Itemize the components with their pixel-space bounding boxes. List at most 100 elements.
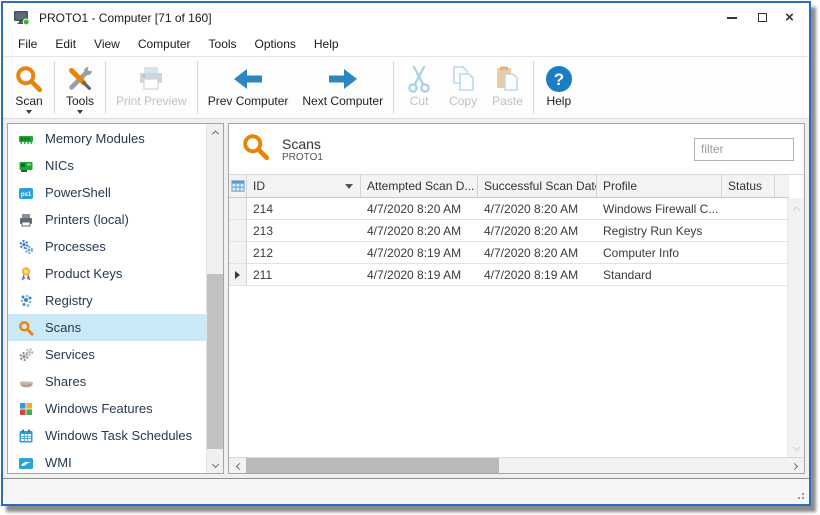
table-row[interactable]: 212 4/7/2020 8:19 AM 4/7/2020 8:20 AM Co…	[229, 242, 789, 264]
menu-file[interactable]: File	[9, 33, 46, 55]
arrow-right-icon	[327, 62, 359, 95]
sidebar-scrollbar[interactable]	[206, 124, 223, 473]
print-preview-button: Print Preview	[109, 59, 194, 116]
sidebar-item-windows-features[interactable]: Windows Features	[8, 395, 206, 422]
table-row[interactable]: 213 4/7/2020 8:20 AM 4/7/2020 8:20 AM Re…	[229, 220, 789, 242]
column-header-attempted-scan-date[interactable]: Attempted Scan D...	[361, 175, 478, 197]
printer-icon	[18, 212, 34, 228]
help-button[interactable]: ? Help	[537, 59, 581, 116]
row-selector	[229, 242, 247, 263]
column-header-id[interactable]: ID	[247, 175, 361, 197]
close-button[interactable]: ×	[778, 3, 809, 32]
row-selector	[229, 198, 247, 219]
column-header-label: Status	[728, 179, 762, 193]
paste-button: Paste	[485, 59, 530, 116]
sidebar-item-services[interactable]: Services	[8, 341, 206, 368]
svg-text:ps1: ps1	[21, 192, 32, 198]
cell-attempted-scan-date: 4/7/2020 8:19 AM	[361, 264, 478, 285]
sidebar-item-powershell[interactable]: ps1 PowerShell	[8, 179, 206, 206]
toolbar-separator	[533, 61, 534, 114]
next-computer-label: Next Computer	[302, 95, 383, 108]
sidebar-item-memory-modules[interactable]: Memory Modules	[8, 125, 206, 152]
cell-profile: Standard	[597, 264, 722, 285]
maximize-icon	[758, 13, 767, 22]
column-header-label: Successful Scan Date	[484, 179, 597, 193]
sidebar: Memory Modules NICs ps1 PowerShell	[7, 123, 224, 474]
table-row[interactable]: 214 4/7/2020 8:20 AM 4/7/2020 8:20 AM Wi…	[229, 198, 789, 220]
scroll-down-icon[interactable]	[788, 439, 804, 455]
table-horizontal-scrollbar[interactable]	[229, 457, 804, 473]
copy-button: Copy	[441, 59, 485, 116]
scan-button[interactable]: Scan	[7, 59, 51, 116]
sidebar-item-label: Memory Modules	[45, 131, 145, 146]
main-panel: Scans PROTO1 ID Attempted Scan D...	[228, 123, 805, 474]
page-subtitle: PROTO1	[282, 152, 323, 163]
sidebar-item-processes[interactable]: Processes	[8, 233, 206, 260]
maximize-button[interactable]	[747, 3, 778, 32]
next-computer-button[interactable]: Next Computer	[295, 59, 390, 116]
column-header-successful-scan-date[interactable]: Successful Scan Date	[478, 175, 597, 197]
toolbar-separator	[197, 61, 198, 114]
resize-grip-icon[interactable]	[802, 497, 804, 499]
menu-tools[interactable]: Tools	[200, 33, 246, 55]
computer-online-icon	[13, 9, 30, 26]
sidebar-item-product-keys[interactable]: Product Keys	[8, 260, 206, 287]
column-header-status[interactable]: Status	[722, 175, 775, 197]
scans-header-icon	[241, 132, 271, 167]
scroll-left-icon[interactable]	[231, 458, 247, 474]
sidebar-item-label: Scans	[45, 320, 81, 335]
table-body: 214 4/7/2020 8:20 AM 4/7/2020 8:20 AM Wi…	[229, 198, 789, 286]
sidebar-item-wmi[interactable]: WMI	[8, 449, 206, 474]
scroll-up-icon[interactable]	[207, 124, 224, 141]
cell-profile: Registry Run Keys	[597, 220, 722, 241]
content-area: Memory Modules NICs ps1 PowerShell	[3, 119, 809, 478]
sidebar-item-shares[interactable]: Shares	[8, 368, 206, 395]
column-chooser-button[interactable]	[229, 175, 247, 197]
sidebar-item-scans[interactable]: Scans	[8, 314, 206, 341]
sidebar-scrollbar-thumb[interactable]	[207, 274, 224, 449]
cell-successful-scan-date: 4/7/2020 8:19 AM	[478, 264, 597, 285]
column-header-label: Attempted Scan D...	[367, 179, 474, 193]
scroll-up-icon[interactable]	[788, 200, 804, 216]
filter-input[interactable]	[694, 138, 794, 161]
prev-computer-button[interactable]: Prev Computer	[201, 59, 296, 116]
menu-options[interactable]: Options	[246, 33, 305, 55]
cell-successful-scan-date: 4/7/2020 8:20 AM	[478, 242, 597, 263]
paste-icon	[492, 62, 522, 95]
tools-button[interactable]: Tools	[58, 59, 102, 116]
services-icon	[18, 347, 34, 363]
sidebar-list: Memory Modules NICs ps1 PowerShell	[8, 125, 206, 474]
sidebar-item-label: Product Keys	[45, 266, 122, 281]
table-vertical-scrollbar[interactable]	[787, 198, 804, 457]
scroll-down-icon[interactable]	[207, 456, 224, 473]
sort-desc-icon[interactable]	[345, 184, 353, 189]
title-bar[interactable]: PROTO1 - Computer [71 of 160] ×	[3, 3, 809, 32]
scroll-right-icon[interactable]	[786, 458, 802, 474]
svg-text:?: ?	[554, 70, 564, 89]
column-header-label: ID	[253, 179, 265, 193]
horizontal-scrollbar-thumb[interactable]	[246, 458, 499, 474]
page-title: Scans	[282, 136, 323, 152]
row-selector	[229, 264, 247, 285]
column-header-profile[interactable]: Profile	[597, 175, 722, 197]
menu-computer[interactable]: Computer	[129, 33, 200, 55]
current-row-icon	[235, 271, 240, 279]
table-row-current[interactable]: 211 4/7/2020 8:19 AM 4/7/2020 8:19 AM St…	[229, 264, 789, 286]
sidebar-item-nics[interactable]: NICs	[8, 152, 206, 179]
app-window: PROTO1 - Computer [71 of 160] × File Edi…	[1, 1, 811, 506]
status-bar	[3, 478, 809, 504]
row-selector	[229, 220, 247, 241]
menu-help[interactable]: Help	[305, 33, 348, 55]
tools-label: Tools	[66, 95, 94, 108]
sidebar-item-printers-local[interactable]: Printers (local)	[8, 206, 206, 233]
cut-icon	[405, 62, 433, 95]
menu-view[interactable]: View	[85, 33, 129, 55]
sidebar-item-registry[interactable]: Registry	[8, 287, 206, 314]
scans-table: ID Attempted Scan D... Successful Scan D…	[229, 174, 804, 473]
sidebar-item-windows-task-schedules[interactable]: Windows Task Schedules	[8, 422, 206, 449]
menu-bar: File Edit View Computer Tools Options He…	[3, 32, 809, 57]
minimize-button[interactable]	[716, 3, 747, 32]
sidebar-item-label: Registry	[45, 293, 93, 308]
menu-edit[interactable]: Edit	[46, 33, 85, 55]
copy-icon	[448, 62, 478, 95]
